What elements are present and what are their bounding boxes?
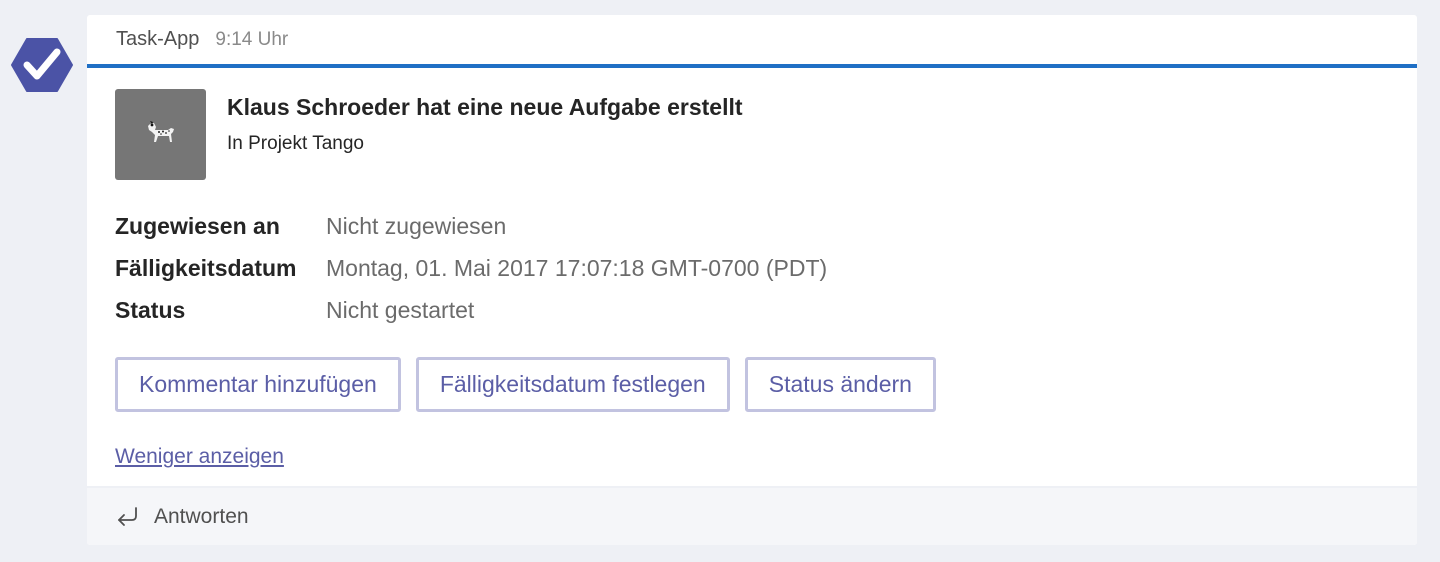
fact-value: Nicht gestartet	[326, 296, 475, 323]
fact-value: Montag, 01. Mai 2017 17:07:18 GMT-0700 (…	[326, 254, 828, 281]
timestamp: 9:14 Uhr	[215, 28, 289, 50]
fact-label: Status	[115, 296, 186, 323]
fact-row-assigned: Zugewiesen an Nicht zugewiesen	[115, 205, 1389, 247]
sender-name[interactable]: Task-App	[116, 28, 199, 51]
card-body: Klaus Schroeder hat eine neue Aufgabe er…	[87, 89, 1417, 469]
fact-label: Fälligkeitsdatum	[115, 254, 297, 281]
task-thumbnail	[115, 89, 206, 180]
hero-section: Klaus Schroeder hat eine neue Aufgabe er…	[115, 89, 1389, 180]
checkmark-hexagon-icon	[11, 38, 73, 92]
reply-arrow-icon	[114, 504, 140, 530]
reply-label: Antworten	[154, 504, 249, 528]
hero-text: Klaus Schroeder hat eine neue Aufgabe er…	[227, 89, 743, 155]
hero-subtitle: In Projekt Tango	[227, 133, 364, 154]
dalmatian-dog-image	[147, 120, 174, 142]
card-header: Task-App 9:14 Uhr	[87, 15, 1417, 68]
hero-title: Klaus Schroeder hat eine neue Aufgabe er…	[227, 94, 743, 120]
fact-set: Zugewiesen an Nicht zugewiesen Fälligkei…	[115, 205, 1389, 331]
message-card: Task-App 9:14 Uhr Klaus Schroeder hat ei…	[87, 15, 1417, 545]
add-comment-button[interactable]: Kommentar hinzufügen	[115, 357, 401, 412]
set-due-date-button[interactable]: Fälligkeitsdatum festlegen	[415, 357, 730, 412]
reply-bar[interactable]: Antworten	[87, 486, 1417, 545]
show-less-link[interactable]: Weniger anzeigen	[115, 445, 284, 469]
fact-row-due-date: Fälligkeitsdatum Montag, 01. Mai 2017 17…	[115, 247, 1389, 289]
change-status-button[interactable]: Status ändern	[744, 357, 936, 412]
fact-row-status: Status Nicht gestartet	[115, 289, 1389, 331]
fact-label: Zugewiesen an	[115, 212, 280, 239]
fact-value: Nicht zugewiesen	[326, 212, 507, 239]
app-avatar[interactable]	[11, 35, 73, 95]
action-buttons: Kommentar hinzufügen Fälligkeitsdatum fe…	[115, 357, 1389, 412]
